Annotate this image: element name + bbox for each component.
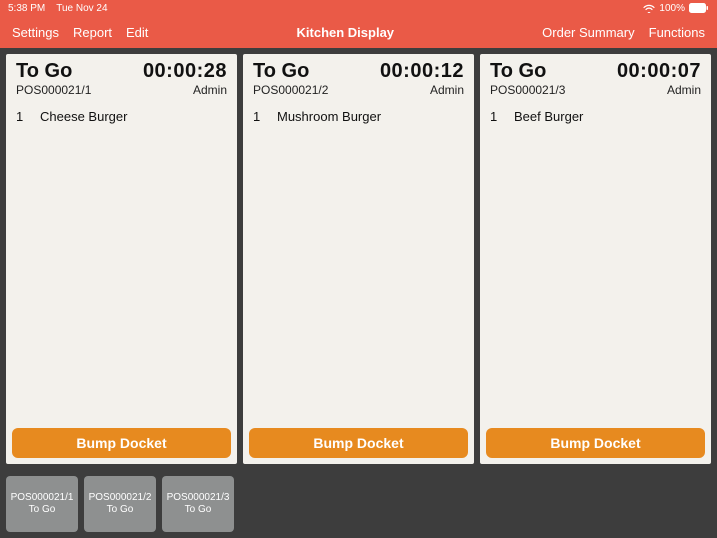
docket-item-qty: 1 — [16, 109, 28, 124]
docket-item: 1 Beef Burger — [490, 109, 701, 124]
docket-card[interactable]: To Go 00:00:07 POS000021/3 Admin 1 Beef … — [480, 54, 711, 464]
status-date: Tue Nov 24 — [56, 3, 107, 14]
docket-ref: POS000021/1 — [16, 83, 91, 97]
status-time: 5:38 PM — [8, 3, 45, 14]
thumb-type: To Go — [29, 504, 56, 516]
docket-header: To Go 00:00:07 POS000021/3 Admin — [480, 54, 711, 101]
docket-items: 1 Cheese Burger — [6, 101, 237, 422]
thumb-type: To Go — [185, 504, 212, 516]
docket-timer: 00:00:12 — [380, 60, 464, 83]
docket-item-name: Mushroom Burger — [277, 109, 381, 124]
nav-report[interactable]: Report — [73, 25, 112, 40]
bump-docket-button[interactable]: Bump Docket — [249, 428, 468, 458]
docket-item-qty: 1 — [253, 109, 265, 124]
docket-timer: 00:00:07 — [617, 60, 701, 83]
nav-edit[interactable]: Edit — [126, 25, 148, 40]
thumb-bar: POS000021/1 To Go POS000021/2 To Go POS0… — [0, 470, 717, 538]
status-right: 100% — [643, 3, 709, 14]
wifi-icon — [643, 4, 655, 13]
docket-thumb[interactable]: POS000021/3 To Go — [162, 476, 234, 532]
docket-header: To Go 00:00:28 POS000021/1 Admin — [6, 54, 237, 101]
status-bar: 5:38 PM Tue Nov 24 100% — [0, 0, 717, 16]
thumb-ref: POS000021/1 — [11, 492, 74, 504]
bump-docket-button[interactable]: Bump Docket — [12, 428, 231, 458]
bump-docket-button[interactable]: Bump Docket — [486, 428, 705, 458]
docket-item: 1 Cheese Burger — [16, 109, 227, 124]
docket-header: To Go 00:00:12 POS000021/2 Admin — [243, 54, 474, 101]
docket-ref: POS000021/3 — [490, 83, 565, 97]
docket-thumb[interactable]: POS000021/2 To Go — [84, 476, 156, 532]
docket-type: To Go — [16, 60, 72, 83]
docket-items: 1 Mushroom Burger — [243, 101, 474, 422]
docket-staff: Admin — [193, 83, 227, 97]
nav-order-summary[interactable]: Order Summary — [542, 25, 634, 40]
thumb-type: To Go — [107, 504, 134, 516]
docket-item-name: Cheese Burger — [40, 109, 127, 124]
thumb-ref: POS000021/3 — [167, 492, 230, 504]
docket-staff: Admin — [667, 83, 701, 97]
nav-functions[interactable]: Functions — [649, 25, 705, 40]
docket-item: 1 Mushroom Burger — [253, 109, 464, 124]
status-battery-text: 100% — [659, 3, 685, 14]
status-time-date: 5:38 PM Tue Nov 24 — [8, 3, 108, 14]
battery-icon — [689, 3, 709, 13]
nav-settings[interactable]: Settings — [12, 25, 59, 40]
docket-area: To Go 00:00:28 POS000021/1 Admin 1 Chees… — [0, 48, 717, 470]
docket-item-qty: 1 — [490, 109, 502, 124]
docket-card[interactable]: To Go 00:00:28 POS000021/1 Admin 1 Chees… — [6, 54, 237, 464]
docket-ref: POS000021/2 — [253, 83, 328, 97]
docket-type: To Go — [490, 60, 546, 83]
nav-bar: Settings Report Edit Kitchen Display Ord… — [0, 16, 717, 48]
docket-thumb[interactable]: POS000021/1 To Go — [6, 476, 78, 532]
docket-timer: 00:00:28 — [143, 60, 227, 83]
docket-item-name: Beef Burger — [514, 109, 583, 124]
page-title: Kitchen Display — [148, 25, 542, 40]
docket-staff: Admin — [430, 83, 464, 97]
docket-card[interactable]: To Go 00:00:12 POS000021/2 Admin 1 Mushr… — [243, 54, 474, 464]
thumb-ref: POS000021/2 — [89, 492, 152, 504]
docket-type: To Go — [253, 60, 309, 83]
docket-items: 1 Beef Burger — [480, 101, 711, 422]
